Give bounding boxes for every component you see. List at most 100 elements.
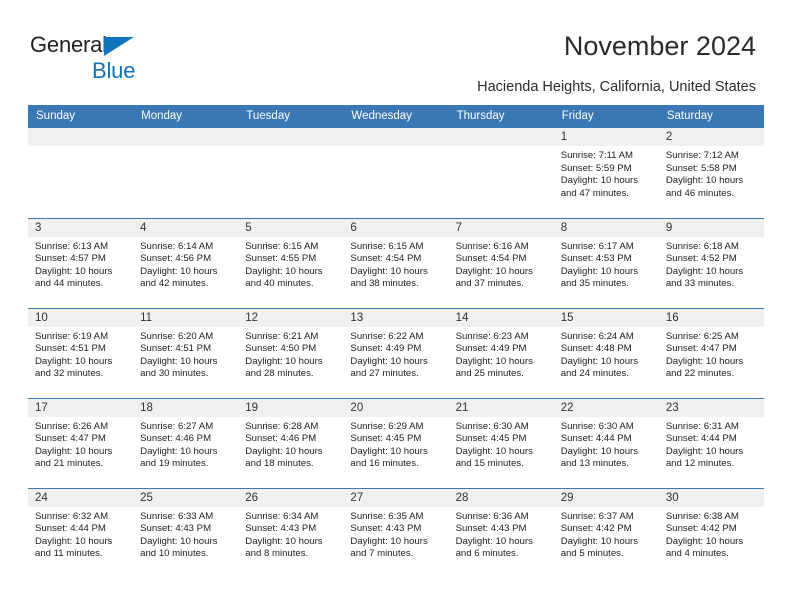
day-sun-info: Sunrise: 6:19 AM Sunset: 4:51 PM Daylight:… <box>28 327 133 381</box>
sunset-time: Sunset: 4:42 PM <box>560 523 632 535</box>
daylight-duration-line1: Daylight: 10 hours <box>245 445 323 457</box>
calendar-day-cell[interactable]: 2 Sunrise: 7:12 AM Sunset: 5:58 PM Daylight… <box>658 128 764 218</box>
calendar-day-cell <box>133 128 239 218</box>
calendar-day-cell <box>343 128 449 218</box>
calendar-day-cell[interactable]: 7 Sunrise: 6:16 AM Sunset: 4:54 PM Daylight… <box>448 217 554 308</box>
daylight-duration-line1: Daylight: 10 hours <box>140 535 218 547</box>
daylight-duration-line1: Daylight: 10 hours <box>455 535 533 547</box>
sunrise-time: Sunrise: 6:31 AM <box>665 420 739 432</box>
day-number <box>238 128 344 146</box>
calendar-day-cell[interactable]: 14 Sunrise: 6:23 AM Sunset: 4:49 PM Dayligh… <box>448 307 554 398</box>
day-cell-content: 15 Sunrise: 6:24 AM Sunset: 4:48 PM Dayligh… <box>553 308 659 398</box>
daylight-duration-line2: and 33 minutes. <box>665 278 735 290</box>
general-blue-logo[interactable]: General Blue <box>30 34 230 82</box>
daylight-duration-line2: and 11 minutes. <box>35 548 103 560</box>
day-number <box>133 128 239 146</box>
day-cell-content: 6 Sunrise: 6:15 AM Sunset: 4:54 PM Daylight… <box>343 218 449 308</box>
calendar-day-cell[interactable]: 17 Sunrise: 6:26 AM Sunset: 4:47 PM Dayligh… <box>28 397 134 488</box>
logo-text-blue: Blue <box>92 58 136 83</box>
calendar-day-cell[interactable]: 10 Sunrise: 6:19 AM Sunset: 4:51 PM Dayligh… <box>28 307 134 398</box>
sunset-time: Sunset: 5:58 PM <box>665 162 737 174</box>
calendar-day-cell[interactable]: 11 Sunrise: 6:20 AM Sunset: 4:51 PM Dayligh… <box>133 307 239 398</box>
calendar-day-cell[interactable]: 21 Sunrise: 6:30 AM Sunset: 4:45 PM Dayligh… <box>448 397 554 488</box>
daylight-duration-line2: and 27 minutes. <box>350 368 419 380</box>
sunrise-time: Sunrise: 6:30 AM <box>560 420 634 432</box>
calendar-day-cell[interactable]: 12 Sunrise: 6:21 AM Sunset: 4:50 PM Dayligh… <box>238 307 344 398</box>
day-sun-info: Sunrise: 6:18 AM Sunset: 4:52 PM Daylight:… <box>659 237 764 291</box>
day-sun-info: Sunrise: 6:13 AM Sunset: 4:57 PM Daylight:… <box>28 237 133 291</box>
day-cell-content: 8 Sunrise: 6:17 AM Sunset: 4:53 PM Daylight… <box>553 218 659 308</box>
day-number: 23 <box>658 398 764 417</box>
day-number: 13 <box>343 308 449 327</box>
calendar-day-cell[interactable]: 23 Sunrise: 6:31 AM Sunset: 4:44 PM Dayligh… <box>658 397 764 488</box>
day-cell-content: 30 Sunrise: 6:38 AM Sunset: 4:42 PM Dayligh… <box>658 488 764 579</box>
daylight-duration-line1: Daylight: 10 hours <box>560 445 639 457</box>
calendar-day-cell[interactable]: 1 Sunrise: 7:11 AM Sunset: 5:59 PM Daylight… <box>553 128 659 218</box>
sunrise-time: Sunrise: 6:24 AM <box>560 330 634 342</box>
calendar-day-cell[interactable]: 30 Sunrise: 6:38 AM Sunset: 4:42 PM Dayligh… <box>658 487 764 579</box>
calendar-day-cell[interactable]: 19 Sunrise: 6:28 AM Sunset: 4:46 PM Dayligh… <box>238 397 344 488</box>
calendar-day-cell[interactable]: 20 Sunrise: 6:29 AM Sunset: 4:45 PM Dayligh… <box>343 397 449 488</box>
calendar-day-cell[interactable]: 24 Sunrise: 6:32 AM Sunset: 4:44 PM Dayligh… <box>28 487 134 578</box>
calendar-day-cell[interactable]: 4 Sunrise: 6:14 AM Sunset: 4:56 PM Daylight… <box>133 217 239 308</box>
calendar-day-cell[interactable]: 16 Sunrise: 6:25 AM Sunset: 4:47 PM Dayligh… <box>658 307 764 398</box>
calendar-page: General Blue November 2024 Hacienda Heig… <box>0 0 792 612</box>
daylight-duration-line1: Daylight: 10 hours <box>455 445 533 457</box>
calendar-day-cell[interactable]: 25 Sunrise: 6:33 AM Sunset: 4:43 PM Dayligh… <box>133 487 239 578</box>
page-subtitle: Hacienda Heights, California, United Sta… <box>477 79 756 95</box>
day-sun-info: Sunrise: 6:36 AM Sunset: 4:43 PM Daylight:… <box>449 507 554 561</box>
sunset-time: Sunset: 4:44 PM <box>665 433 737 445</box>
calendar-day-cell[interactable]: 3 Sunrise: 6:13 AM Sunset: 4:57 PM Daylight… <box>28 217 134 308</box>
sunrise-time: Sunrise: 6:33 AM <box>140 510 214 522</box>
daylight-duration-line1: Daylight: 10 hours <box>140 265 218 277</box>
sunset-time: Sunset: 4:51 PM <box>35 343 106 355</box>
day-cell-content: 11 Sunrise: 6:20 AM Sunset: 4:51 PM Dayligh… <box>133 308 239 398</box>
sunset-time: Sunset: 4:46 PM <box>245 433 317 445</box>
calendar-day-cell[interactable]: 9 Sunrise: 6:18 AM Sunset: 4:52 PM Daylight… <box>658 217 764 308</box>
day-sun-info: Sunrise: 6:15 AM Sunset: 4:55 PM Daylight:… <box>238 237 343 291</box>
calendar-day-cell[interactable]: 8 Sunrise: 6:17 AM Sunset: 4:53 PM Daylight… <box>553 217 659 308</box>
day-number: 5 <box>238 218 344 237</box>
day-cell-content <box>238 128 344 218</box>
calendar-day-cell[interactable]: 5 Sunrise: 6:15 AM Sunset: 4:55 PM Daylight… <box>238 217 344 308</box>
daylight-duration-line1: Daylight: 10 hours <box>350 445 428 457</box>
daylight-duration-line1: Daylight: 10 hours <box>245 265 323 277</box>
sunset-time: Sunset: 4:43 PM <box>245 523 317 535</box>
sunset-time: Sunset: 4:57 PM <box>35 253 106 265</box>
sunrise-time: Sunrise: 6:16 AM <box>455 240 529 252</box>
daylight-duration-line1: Daylight: 10 hours <box>665 355 744 367</box>
daylight-duration-line1: Daylight: 10 hours <box>35 535 113 547</box>
calendar-day-cell[interactable]: 27 Sunrise: 6:35 AM Sunset: 4:43 PM Dayligh… <box>343 487 449 578</box>
day-cell-content: 9 Sunrise: 6:18 AM Sunset: 4:52 PM Daylight… <box>658 218 764 308</box>
daylight-duration-line1: Daylight: 10 hours <box>245 355 323 367</box>
calendar-day-cell[interactable]: 26 Sunrise: 6:34 AM Sunset: 4:43 PM Dayligh… <box>238 487 344 578</box>
day-number: 25 <box>133 488 239 507</box>
daylight-duration-line1: Daylight: 10 hours <box>665 175 744 187</box>
daylight-duration-line2: and 35 minutes. <box>560 278 629 290</box>
calendar-day-cell[interactable]: 6 Sunrise: 6:15 AM Sunset: 4:54 PM Daylight… <box>343 217 449 308</box>
day-cell-content: 10 Sunrise: 6:19 AM Sunset: 4:51 PM Dayligh… <box>28 308 134 398</box>
day-sun-info: Sunrise: 6:33 AM Sunset: 4:43 PM Daylight:… <box>133 507 238 561</box>
daylight-duration-line2: and 44 minutes. <box>35 278 104 290</box>
day-sun-info: Sunrise: 6:32 AM Sunset: 4:44 PM Daylight:… <box>28 507 133 561</box>
day-number: 17 <box>28 398 134 417</box>
day-number <box>28 128 134 146</box>
sunset-time: Sunset: 4:45 PM <box>350 433 422 445</box>
calendar-day-cell[interactable]: 29 Sunrise: 6:37 AM Sunset: 4:42 PM Dayligh… <box>553 487 659 578</box>
day-number <box>448 128 554 146</box>
weekday-header-row: Sunday Monday Tuesday Wednesday Thursday… <box>28 105 764 128</box>
calendar-day-cell[interactable]: 15 Sunrise: 6:24 AM Sunset: 4:48 PM Dayligh… <box>553 307 659 398</box>
calendar-day-cell[interactable]: 18 Sunrise: 6:27 AM Sunset: 4:46 PM Dayligh… <box>133 397 239 488</box>
sunrise-time: Sunrise: 7:12 AM <box>665 150 739 161</box>
day-number: 29 <box>553 488 659 507</box>
calendar-day-cell[interactable]: 13 Sunrise: 6:22 AM Sunset: 4:49 PM Dayligh… <box>343 307 449 398</box>
day-number: 21 <box>448 398 554 417</box>
calendar-day-cell[interactable]: 22 Sunrise: 6:30 AM Sunset: 4:44 PM Dayligh… <box>553 397 659 488</box>
day-number: 18 <box>133 398 239 417</box>
daylight-duration-line2: and 38 minutes. <box>350 278 419 290</box>
calendar-day-cell[interactable]: 28 Sunrise: 6:36 AM Sunset: 4:43 PM Dayligh… <box>448 487 554 578</box>
daylight-duration-line2: and 40 minutes. <box>245 278 314 290</box>
day-cell-content <box>133 128 239 218</box>
day-number: 2 <box>658 128 764 146</box>
sunset-time: Sunset: 4:53 PM <box>560 253 632 265</box>
